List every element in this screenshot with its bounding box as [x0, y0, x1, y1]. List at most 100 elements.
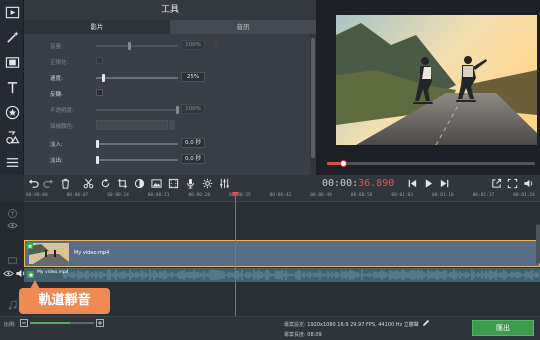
import-media-button[interactable]: [0, 0, 24, 25]
audio-equalizer-button[interactable]: [218, 177, 231, 190]
property-value-field[interactable]: 100%: [181, 40, 205, 50]
playhead-line[interactable]: [235, 192, 236, 316]
ruler-tick-label: 00:01:10: [432, 193, 454, 198]
movavi-editor-window: 工具 影片 音訊 音量: 100% 0 正規化: 速度: 25% 反轉: 不透明度: 100% 填…: [0, 0, 540, 340]
share-out-icon: [492, 178, 502, 188]
ruler-tick-label: 00:01:17: [472, 193, 495, 198]
video-clip-label: My video.mp4: [74, 250, 110, 256]
text-t-icon: [7, 82, 17, 94]
microphone-icon: [187, 178, 194, 189]
pencil-icon[interactable]: [422, 319, 430, 327]
mute-track-callout: 軌道靜音: [19, 288, 110, 314]
clip-effect-badge: [26, 242, 33, 249]
more-tools-button[interactable]: [0, 150, 24, 175]
left-toolbar: [0, 0, 24, 175]
clip-thumbnail-image: [29, 243, 69, 264]
rotate-icon: [101, 178, 110, 188]
color-spinner[interactable]: [169, 120, 175, 130]
slider-handle[interactable]: [96, 156, 99, 164]
preview-panel: [316, 0, 540, 175]
skip-forward-icon: [440, 179, 449, 188]
color-adjust-button[interactable]: [133, 177, 146, 190]
scrollbar-thumb[interactable]: [311, 38, 315, 158]
zoom-out-icon[interactable]: [20, 319, 28, 327]
slider-handle[interactable]: [96, 140, 99, 148]
transitions-button[interactable]: [0, 50, 24, 75]
image-button[interactable]: [150, 177, 163, 190]
video-frame-image: [336, 15, 537, 145]
zoom-in-icon[interactable]: [96, 319, 104, 327]
property-label: 不透明度:: [50, 108, 74, 114]
slider-handle[interactable]: [128, 42, 131, 50]
equalizer-icon: [220, 178, 229, 189]
property-slider[interactable]: [96, 42, 178, 50]
project-settings: 專案設定: 1920x1080 16:9 29.97 FPS, 44100 Hz…: [284, 321, 419, 328]
ruler-tick-label: 00:00:49: [310, 193, 332, 198]
titles-button[interactable]: [0, 75, 24, 100]
crop-button[interactable]: [116, 177, 129, 190]
ruler-tick-label: 00:00:28: [188, 193, 211, 198]
property-checkbox[interactable]: [96, 57, 103, 64]
property-checkbox[interactable]: [96, 89, 103, 96]
property-slider[interactable]: [96, 140, 178, 148]
slider-handle[interactable]: [102, 74, 105, 82]
audio-effect-badge: [27, 271, 34, 278]
text-track-visibility-toggle[interactable]: [4, 218, 20, 232]
project-length-value: 08:09: [307, 332, 322, 338]
project-length: 專案長度: 08:09: [284, 331, 322, 338]
trash-icon: [61, 178, 70, 189]
property-row: 填補顏色:: [24, 118, 309, 132]
fill-color-picker[interactable]: [96, 120, 168, 130]
undo-button[interactable]: [27, 177, 40, 190]
properties-list: 音量: 100% 0 正規化: 速度: 25% 反轉: 不透明度: 100% 填補顏色: 淡入: 0,…: [24, 34, 309, 175]
clip-properties-button[interactable]: [201, 177, 214, 190]
property-row: 正規化:: [24, 54, 309, 68]
music-track-header: [4, 298, 20, 312]
export-button[interactable]: 匯出: [472, 320, 534, 336]
property-value-field[interactable]: 0,0 秒: [181, 154, 205, 164]
tab-audio[interactable]: 音訊: [170, 20, 316, 34]
property-value-field[interactable]: 100%: [181, 104, 205, 114]
property-value-field[interactable]: 25%: [181, 72, 205, 82]
slider-handle[interactable]: [176, 106, 179, 114]
stickers-button[interactable]: [0, 100, 24, 125]
callouts-button[interactable]: [0, 125, 24, 150]
video-clip[interactable]: My video.mp4: [24, 240, 540, 267]
property-slider[interactable]: [96, 74, 178, 82]
stabilize-button[interactable]: [167, 177, 180, 190]
video-preview[interactable]: [336, 15, 537, 145]
fullscreen-button[interactable]: [506, 177, 519, 190]
audio-waveform: [63, 269, 539, 281]
ruler-tick-label: 00:01:03: [391, 193, 414, 198]
previous-frame-button[interactable]: [406, 177, 419, 190]
tab-video[interactable]: 影片: [24, 20, 170, 34]
property-row: 反轉:: [24, 86, 309, 100]
playback-timecode: 00:00:36.890: [322, 177, 394, 190]
next-frame-button[interactable]: [438, 177, 451, 190]
split-button[interactable]: [82, 177, 95, 190]
seek-handle[interactable]: [339, 160, 347, 167]
project-length-label: 專案長度:: [284, 332, 306, 338]
scissors-icon: [83, 178, 94, 189]
property-label: 淡出:: [50, 158, 63, 164]
delete-button[interactable]: [59, 177, 72, 190]
play-button[interactable]: [422, 177, 435, 190]
rotate-button[interactable]: [99, 177, 112, 190]
property-value-field[interactable]: 0,0 秒: [181, 138, 205, 148]
audio-clip[interactable]: My video.mp4: [24, 268, 540, 282]
timeline-ruler[interactable]: 00:00:00 00:00:07 00:00:14 00:00:21 00:00:28…: [24, 192, 540, 202]
ruler-tick-label: 00:00:07: [66, 193, 89, 198]
export-frame-button[interactable]: [490, 177, 503, 190]
redo-button[interactable]: [42, 177, 55, 190]
property-slider[interactable]: [96, 106, 179, 114]
audio-clip-label: My video.mp4: [37, 270, 69, 275]
property-slider[interactable]: [96, 156, 178, 164]
playback-seek-bar[interactable]: [327, 160, 535, 167]
record-voice-button[interactable]: [184, 177, 197, 190]
clip-thumbnail: [29, 243, 69, 264]
timeline-vertical-scrollbar[interactable]: [536, 224, 540, 264]
volume-button[interactable]: [522, 177, 535, 190]
property-row: 速度: 25%: [24, 70, 309, 84]
ruler-tick-label: 00:00:56: [350, 193, 373, 198]
filters-button[interactable]: [0, 25, 24, 50]
